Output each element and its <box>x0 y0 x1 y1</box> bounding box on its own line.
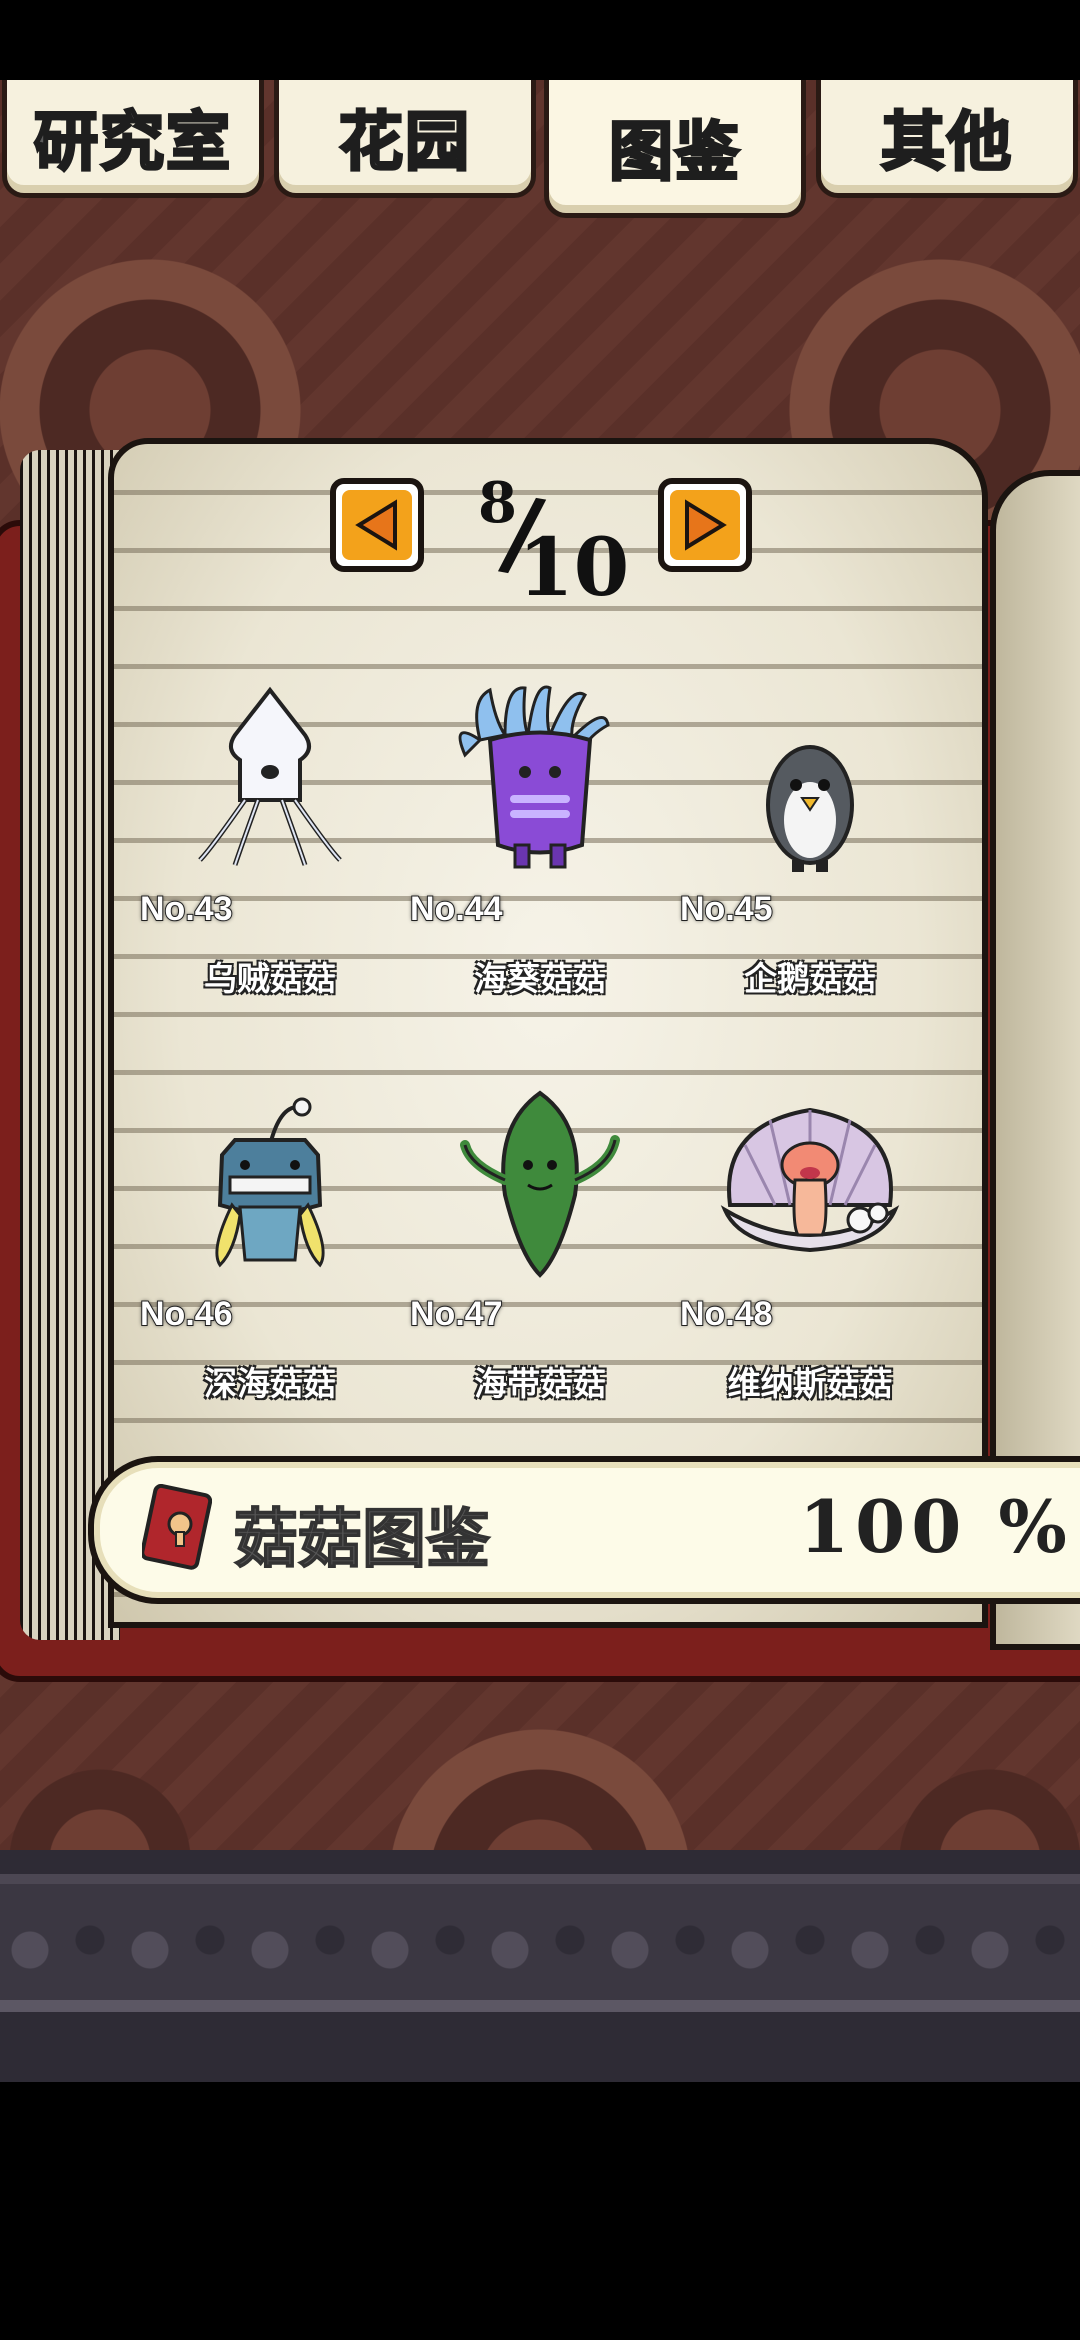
page-lines <box>114 444 982 1622</box>
book-icon <box>142 1484 212 1570</box>
entry-name: 企鹅菇菇 <box>744 959 876 998</box>
next-page-button[interactable] <box>658 478 752 572</box>
tab-lab[interactable]: 研究室 <box>2 80 264 198</box>
sea-anemone-mushroom-icon <box>458 685 610 869</box>
entry-number: No.48 <box>679 1294 774 1334</box>
tab-garden[interactable]: 花园 <box>274 80 536 198</box>
collection-title: 菇菇图鉴 <box>233 1502 491 1578</box>
entry-name: 乌贼菇菇 <box>204 959 336 998</box>
entry-number: No.44 <box>409 889 504 929</box>
encyclopedia-entry[interactable]: No.47 海带菇菇 <box>409 1085 670 1405</box>
entry-number: No.43 <box>139 889 234 929</box>
encyclopedia-entry[interactable]: No.44 海葵菇菇 <box>409 680 670 1000</box>
arrow-left-icon <box>355 499 397 551</box>
squid-mushroom-icon <box>198 686 342 866</box>
book-left-page <box>108 438 988 1628</box>
prev-page-button[interactable] <box>330 478 424 572</box>
page-total: 10 <box>518 520 630 614</box>
entry-number: No.45 <box>679 889 774 929</box>
arrow-right-icon <box>685 499 727 551</box>
book-page-stack <box>20 450 120 1640</box>
tab-other[interactable]: 其他 <box>816 80 1078 198</box>
tab-encyclopedia-label: 图鉴 <box>608 114 741 191</box>
tab-encyclopedia[interactable]: 图鉴 <box>544 80 806 218</box>
encyclopedia-entry[interactable]: No.48 维纳斯菇菇 <box>679 1085 940 1405</box>
collection-percent: 100 % <box>799 1484 1073 1569</box>
kelp-mushroom-icon <box>460 1090 620 1278</box>
encyclopedia-entry[interactable]: No.43 乌贼菇菇 <box>139 680 400 1000</box>
deep-sea-mushroom-icon <box>215 1097 325 1268</box>
tab-lab-label: 研究室 <box>33 104 232 181</box>
entry-name: 维纳斯菇菇 <box>727 1364 893 1403</box>
tab-other-label: 其他 <box>880 104 1013 181</box>
entry-name: 深海菇菇 <box>204 1364 336 1403</box>
navigation-area <box>0 2082 1080 2340</box>
status-bar <box>0 0 1080 80</box>
penguin-mushroom-icon <box>766 745 854 872</box>
entry-name: 海带菇菇 <box>474 1364 606 1403</box>
ornamental-pattern <box>0 1880 1080 2020</box>
entry-name: 海葵菇菇 <box>474 959 606 998</box>
encyclopedia-entry[interactable]: No.45 企鹅菇菇 <box>679 680 940 1000</box>
tab-garden-label: 花园 <box>338 104 471 181</box>
collection-progress-banner: 菇菇图鉴 100 % <box>88 1456 1080 1604</box>
entry-number: No.47 <box>409 1294 504 1334</box>
encyclopedia-entry[interactable]: No.46 深海菇菇 <box>139 1085 400 1405</box>
entry-number: No.46 <box>139 1294 234 1334</box>
venus-shell-mushroom-icon <box>720 1107 900 1253</box>
